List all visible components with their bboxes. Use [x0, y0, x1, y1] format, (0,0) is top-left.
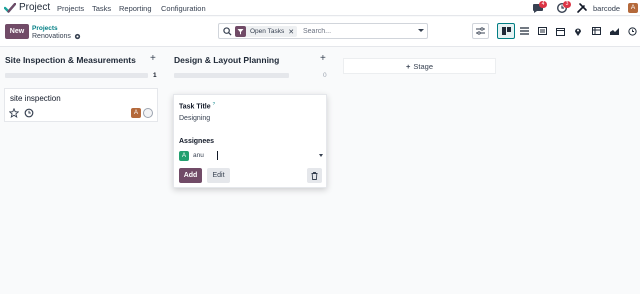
chevron-down-icon[interactable] — [319, 154, 323, 157]
top-navbar: Project Projects Tasks Reporting Configu… — [0, 0, 640, 16]
column-quick-add-icon[interactable]: + — [320, 53, 326, 64]
sliders-icon — [476, 27, 485, 35]
text-cursor — [217, 151, 218, 160]
control-panel: New Projects Renovations Open Tasks ✕ — [0, 17, 640, 47]
calendar-icon — [555, 27, 565, 36]
plus-icon: + — [406, 62, 411, 71]
chevron-down-icon[interactable] — [418, 29, 424, 32]
assignees-label: Assignees — [179, 138, 215, 145]
task-title-label: Task Title? — [179, 101, 215, 110]
trash-icon — [311, 171, 318, 180]
add-button[interactable]: Add — [179, 168, 202, 183]
add-stage-label: Stage — [413, 62, 433, 71]
menu-tasks[interactable]: Tasks — [92, 4, 111, 13]
kanban-icon — [501, 27, 511, 35]
column-progress-bar[interactable] — [174, 73, 289, 78]
pivot-icon — [591, 27, 601, 35]
list-icon — [519, 27, 529, 35]
star-icon[interactable] — [9, 108, 19, 118]
column-progress-bar[interactable] — [5, 73, 148, 78]
status-circle-icon[interactable] — [143, 108, 153, 118]
assignees-field[interactable]: A anu — [179, 150, 325, 162]
map-pin-icon — [575, 28, 581, 36]
task-card[interactable]: site inspection A — [4, 88, 158, 122]
tools-icon[interactable] — [576, 2, 588, 14]
column-quick-add-icon[interactable]: + — [150, 53, 156, 64]
help-marker[interactable]: ? — [213, 101, 216, 106]
assignee-tag[interactable]: anu — [193, 152, 204, 159]
gear-icon[interactable] — [74, 33, 81, 40]
map-view-button[interactable] — [569, 23, 587, 39]
column-title[interactable]: Site Inspection & Measurements — [5, 55, 136, 65]
discard-button[interactable] — [307, 168, 322, 183]
activities-badge: 3 — [563, 1, 571, 8]
view-switcher — [497, 23, 640, 39]
facet-label: Open Tasks — [250, 28, 285, 35]
clock-icon — [627, 26, 637, 36]
messages-badge: 4 — [539, 1, 547, 8]
column-title[interactable]: Design & Layout Planning — [174, 55, 279, 65]
calendar-view-button[interactable] — [551, 23, 569, 39]
filter-settings-button[interactable] — [472, 23, 489, 39]
breadcrumb-projects[interactable]: Projects — [32, 25, 58, 32]
search-bar[interactable]: Open Tasks ✕ — [218, 23, 428, 39]
user-avatar[interactable]: A — [628, 3, 638, 13]
project-app-icon[interactable] — [4, 3, 16, 13]
company-name[interactable]: barcode — [593, 4, 620, 13]
remove-facet-icon[interactable]: ✕ — [288, 28, 294, 36]
add-stage-button[interactable]: + Stage — [343, 58, 496, 74]
form-view-button[interactable] — [533, 23, 551, 39]
task-title-input[interactable]: Designing — [179, 115, 210, 122]
assignee-avatar: A — [179, 151, 189, 161]
activity-view-button[interactable] — [623, 23, 640, 39]
area-chart-icon — [609, 28, 619, 35]
graph-view-button[interactable] — [605, 23, 623, 39]
column-count: 0 — [323, 72, 327, 79]
breadcrumb-current: Renovations — [32, 33, 71, 40]
task-title-label-text: Task Title — [179, 103, 211, 111]
kanban-view-button[interactable] — [497, 23, 515, 39]
new-button[interactable]: New — [5, 24, 29, 39]
search-input[interactable] — [303, 25, 413, 37]
menu-configuration[interactable]: Configuration — [161, 4, 206, 13]
task-title: site inspection — [10, 94, 61, 103]
search-icon[interactable] — [223, 27, 232, 36]
assignee-avatar[interactable]: A — [131, 108, 141, 118]
menu-reporting[interactable]: Reporting — [119, 4, 152, 13]
form-icon — [537, 27, 547, 35]
filter-icon — [235, 26, 246, 37]
list-view-button[interactable] — [515, 23, 533, 39]
pivot-view-button[interactable] — [587, 23, 605, 39]
search-facet[interactable]: Open Tasks ✕ — [235, 26, 298, 37]
column-count: 1 — [153, 72, 157, 79]
edit-button[interactable]: Edit — [207, 168, 230, 183]
quick-create-form: Task Title? Designing Assignees A anu Ad… — [173, 94, 327, 188]
app-name[interactable]: Project — [19, 2, 50, 13]
menu-projects[interactable]: Projects — [57, 4, 84, 13]
activity-clock-icon[interactable] — [24, 108, 34, 118]
